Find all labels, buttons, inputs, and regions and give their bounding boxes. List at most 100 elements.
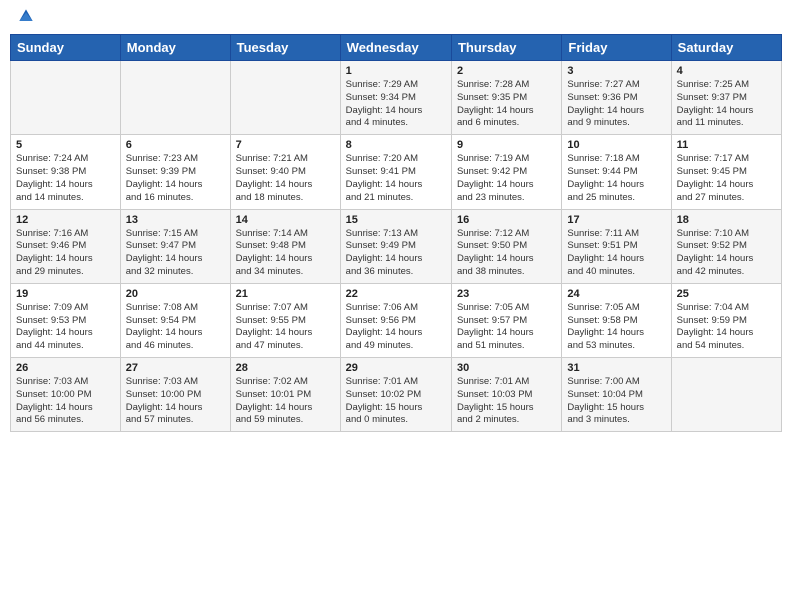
calendar-day-23: 23Sunrise: 7:05 AM Sunset: 9:57 PM Dayli… xyxy=(451,283,561,357)
page: SundayMondayTuesdayWednesdayThursdayFrid… xyxy=(0,0,792,442)
calendar-day-15: 15Sunrise: 7:13 AM Sunset: 9:49 PM Dayli… xyxy=(340,209,451,283)
weekday-header-saturday: Saturday xyxy=(671,35,781,61)
weekday-header-thursday: Thursday xyxy=(451,35,561,61)
calendar-day-9: 9 Sunrise: 7:19 AM Sunset: 9:42 PM Daylig… xyxy=(451,135,561,209)
header xyxy=(10,10,782,26)
day-number: 10 xyxy=(567,139,665,151)
calendar-day-24: 24 Sunrise: 7:05 AM Sunset: 9:58 PM Dayli… xyxy=(562,283,671,357)
calendar-day-19: 19 Sunrise: 7:09 AM Sunset: 9:53 PM Dayli… xyxy=(11,283,121,357)
day-number: 2 xyxy=(457,65,556,77)
day-number: 16 xyxy=(457,214,556,226)
calendar-day-22: 22Sunrise: 7:06 AM Sunset: 9:56 PM Dayli… xyxy=(340,283,451,357)
day-info: Sunrise: 7:28 AM Sunset: 9:35 PM Dayligh… xyxy=(457,79,556,130)
calendar-day-13: 13Sunrise: 7:15 AM Sunset: 9:47 PM Dayli… xyxy=(120,209,230,283)
day-info: Sunrise: 7:07 AM Sunset: 9:55 PM Dayligh… xyxy=(236,302,335,353)
day-number: 24 xyxy=(567,288,665,300)
day-number: 1 xyxy=(346,65,446,77)
day-info: Sunrise: 7:05 AM Sunset: 9:58 PM Dayligh… xyxy=(567,302,665,353)
day-number: 26 xyxy=(16,362,115,374)
day-info: Sunrise: 7:08 AM Sunset: 9:54 PM Dayligh… xyxy=(126,302,225,353)
calendar-week-row: 12 Sunrise: 7:16 AM Sunset: 9:46 PM Dayli… xyxy=(11,209,782,283)
day-info: Sunrise: 7:11 AM Sunset: 9:51 PM Dayligh… xyxy=(567,228,665,279)
weekday-header-friday: Friday xyxy=(562,35,671,61)
day-number: 7 xyxy=(236,139,335,151)
day-info: Sunrise: 7:29 AM Sunset: 9:34 PM Dayligh… xyxy=(346,79,446,130)
weekday-header-row: SundayMondayTuesdayWednesdayThursdayFrid… xyxy=(11,35,782,61)
weekday-header-wednesday: Wednesday xyxy=(340,35,451,61)
day-info: Sunrise: 7:27 AM Sunset: 9:36 PM Dayligh… xyxy=(567,79,665,130)
calendar-week-row: 1 Sunrise: 7:29 AM Sunset: 9:34 PM Daylig… xyxy=(11,61,782,135)
calendar-empty-cell xyxy=(11,61,121,135)
calendar-day-31: 31 Sunrise: 7:00 AM Sunset: 10:04 PM Dayl… xyxy=(562,358,671,432)
day-number: 6 xyxy=(126,139,225,151)
day-info: Sunrise: 7:00 AM Sunset: 10:04 PM Daylig… xyxy=(567,376,665,427)
calendar-day-8: 8 Sunrise: 7:20 AM Sunset: 9:41 PM Daylig… xyxy=(340,135,451,209)
day-number: 28 xyxy=(236,362,335,374)
day-number: 3 xyxy=(567,65,665,77)
calendar-empty-cell xyxy=(120,61,230,135)
calendar-day-7: 7 Sunrise: 7:21 AM Sunset: 9:40 PM Daylig… xyxy=(230,135,340,209)
calendar-day-25: 25 Sunrise: 7:04 AM Sunset: 9:59 PM Dayli… xyxy=(671,283,781,357)
day-number: 8 xyxy=(346,139,446,151)
logo xyxy=(14,10,36,26)
calendar-day-10: 10 Sunrise: 7:18 AM Sunset: 9:44 PM Dayli… xyxy=(562,135,671,209)
day-number: 31 xyxy=(567,362,665,374)
day-info: Sunrise: 7:23 AM Sunset: 9:39 PM Dayligh… xyxy=(126,153,225,204)
calendar-table: SundayMondayTuesdayWednesdayThursdayFrid… xyxy=(10,34,782,432)
calendar-day-3: 3 Sunrise: 7:27 AM Sunset: 9:36 PM Daylig… xyxy=(562,61,671,135)
day-info: Sunrise: 7:24 AM Sunset: 9:38 PM Dayligh… xyxy=(16,153,115,204)
day-info: Sunrise: 7:25 AM Sunset: 9:37 PM Dayligh… xyxy=(677,79,776,130)
day-number: 19 xyxy=(16,288,115,300)
day-number: 12 xyxy=(16,214,115,226)
day-info: Sunrise: 7:03 AM Sunset: 10:00 PM Daylig… xyxy=(126,376,225,427)
calendar-week-row: 26 Sunrise: 7:03 AM Sunset: 10:00 PM Dayl… xyxy=(11,358,782,432)
day-number: 30 xyxy=(457,362,556,374)
day-number: 5 xyxy=(16,139,115,151)
calendar-day-26: 26 Sunrise: 7:03 AM Sunset: 10:00 PM Dayl… xyxy=(11,358,121,432)
calendar-day-6: 6 Sunrise: 7:23 AM Sunset: 9:39 PM Daylig… xyxy=(120,135,230,209)
day-info: Sunrise: 7:09 AM Sunset: 9:53 PM Dayligh… xyxy=(16,302,115,353)
day-info: Sunrise: 7:01 AM Sunset: 10:02 PM Daylig… xyxy=(346,376,446,427)
calendar-day-17: 17 Sunrise: 7:11 AM Sunset: 9:51 PM Dayli… xyxy=(562,209,671,283)
day-info: Sunrise: 7:17 AM Sunset: 9:45 PM Dayligh… xyxy=(677,153,776,204)
calendar-day-5: 5 Sunrise: 7:24 AM Sunset: 9:38 PM Daylig… xyxy=(11,135,121,209)
logo-icon xyxy=(16,6,36,26)
weekday-header-tuesday: Tuesday xyxy=(230,35,340,61)
calendar-day-2: 2 Sunrise: 7:28 AM Sunset: 9:35 PM Daylig… xyxy=(451,61,561,135)
day-number: 15 xyxy=(346,214,446,226)
day-info: Sunrise: 7:21 AM Sunset: 9:40 PM Dayligh… xyxy=(236,153,335,204)
day-info: Sunrise: 7:16 AM Sunset: 9:46 PM Dayligh… xyxy=(16,228,115,279)
day-number: 22 xyxy=(346,288,446,300)
calendar-day-11: 11 Sunrise: 7:17 AM Sunset: 9:45 PM Dayli… xyxy=(671,135,781,209)
day-number: 25 xyxy=(677,288,776,300)
day-number: 17 xyxy=(567,214,665,226)
calendar-day-4: 4Sunrise: 7:25 AM Sunset: 9:37 PM Daylig… xyxy=(671,61,781,135)
day-number: 11 xyxy=(677,139,776,151)
day-number: 27 xyxy=(126,362,225,374)
day-info: Sunrise: 7:02 AM Sunset: 10:01 PM Daylig… xyxy=(236,376,335,427)
day-info: Sunrise: 7:20 AM Sunset: 9:41 PM Dayligh… xyxy=(346,153,446,204)
day-info: Sunrise: 7:18 AM Sunset: 9:44 PM Dayligh… xyxy=(567,153,665,204)
calendar-empty-cell xyxy=(671,358,781,432)
day-number: 20 xyxy=(126,288,225,300)
calendar-day-29: 29 Sunrise: 7:01 AM Sunset: 10:02 PM Dayl… xyxy=(340,358,451,432)
day-info: Sunrise: 7:19 AM Sunset: 9:42 PM Dayligh… xyxy=(457,153,556,204)
day-number: 14 xyxy=(236,214,335,226)
day-number: 13 xyxy=(126,214,225,226)
weekday-header-monday: Monday xyxy=(120,35,230,61)
day-number: 29 xyxy=(346,362,446,374)
day-number: 23 xyxy=(457,288,556,300)
day-info: Sunrise: 7:03 AM Sunset: 10:00 PM Daylig… xyxy=(16,376,115,427)
day-info: Sunrise: 7:14 AM Sunset: 9:48 PM Dayligh… xyxy=(236,228,335,279)
day-number: 18 xyxy=(677,214,776,226)
calendar-day-30: 30Sunrise: 7:01 AM Sunset: 10:03 PM Dayl… xyxy=(451,358,561,432)
calendar-day-18: 18Sunrise: 7:10 AM Sunset: 9:52 PM Dayli… xyxy=(671,209,781,283)
weekday-header-sunday: Sunday xyxy=(11,35,121,61)
calendar-day-27: 27 Sunrise: 7:03 AM Sunset: 10:00 PM Dayl… xyxy=(120,358,230,432)
calendar-day-21: 21Sunrise: 7:07 AM Sunset: 9:55 PM Dayli… xyxy=(230,283,340,357)
calendar-empty-cell xyxy=(230,61,340,135)
day-number: 9 xyxy=(457,139,556,151)
calendar-day-1: 1 Sunrise: 7:29 AM Sunset: 9:34 PM Daylig… xyxy=(340,61,451,135)
calendar-day-12: 12 Sunrise: 7:16 AM Sunset: 9:46 PM Dayli… xyxy=(11,209,121,283)
day-info: Sunrise: 7:04 AM Sunset: 9:59 PM Dayligh… xyxy=(677,302,776,353)
